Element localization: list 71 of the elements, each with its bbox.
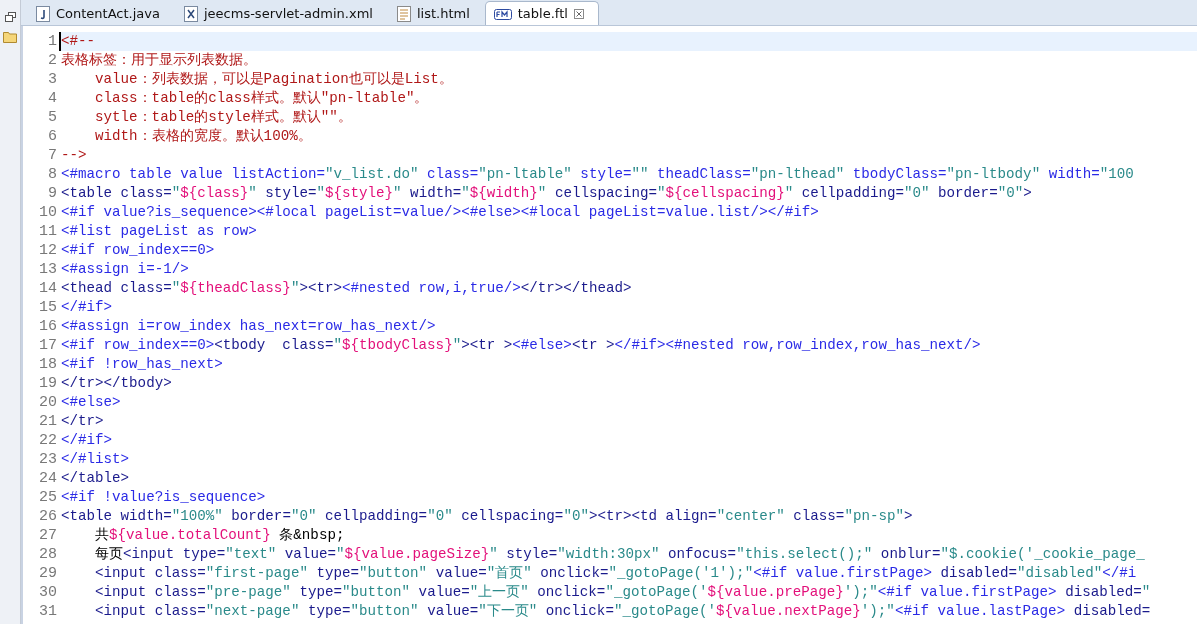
- line-number: 27: [38, 527, 58, 544]
- line-number: 11: [38, 223, 58, 240]
- code-line: -->: [60, 146, 88, 165]
- editor-tab[interactable]: table.ftl: [484, 1, 599, 25]
- line-number: 16: [38, 318, 58, 335]
- line-number: 18: [38, 356, 58, 373]
- line-number: 25: [38, 489, 58, 506]
- code-line: </#if>: [60, 298, 114, 317]
- code-line: class：table的class样式。默认"pn-ltable"。: [94, 89, 430, 108]
- code-line: <#if !row_has_next>: [60, 355, 224, 374]
- editor-tab[interactable]: jeecms-servlet-admin.xml: [175, 1, 388, 25]
- folder-icon[interactable]: [3, 30, 17, 43]
- code-line: 每页<input type="text" value="${value.pageSize}" style="width:30px" onfocus="this.select();" onblur="$.cookie('_cookie_page_: [94, 545, 1146, 564]
- line-number: 30: [38, 584, 58, 601]
- code-line: <#if !value?is_sequence>: [60, 488, 267, 507]
- code-line: </tr></tbody>: [60, 374, 173, 393]
- line-number: 17: [38, 337, 58, 354]
- line-number: 8: [47, 166, 58, 183]
- code-line: width：表格的宽度。默认100%。: [94, 127, 313, 146]
- line-number: 9: [47, 185, 58, 202]
- code-line: <input class="pre-page" type="button" value="上一页" onclick="_gotoPage('${value.prePage}');"<#if value.firstPage> disabled=": [94, 583, 1152, 602]
- xml-file-icon: [184, 5, 198, 22]
- line-number: 15: [38, 299, 58, 316]
- line-number: 10: [38, 204, 58, 221]
- code-line: <input class="next-page" type="button" value="下一页" onclick="_gotoPage('${value.nextPage}');"<#if value.lastPage> disabled=: [94, 602, 1152, 621]
- code-line: <#if row_index==0>: [60, 241, 216, 260]
- line-number: 21: [38, 413, 58, 430]
- line-number: 12: [38, 242, 58, 259]
- line-number: 14: [38, 280, 58, 297]
- document-icon: [396, 5, 411, 22]
- code-line: <#macro table value listAction="v_list.do" class="pn-ltable" style="" theadClass="pn-lthead" tbodyClass="pn-ltbody" width="100: [60, 165, 1135, 184]
- line-number: 22: [38, 432, 58, 449]
- editor-tab[interactable]: list.html: [387, 1, 485, 25]
- code-line: value：列表数据，可以是Pagination也可以是List。: [94, 70, 454, 89]
- line-number: 23: [38, 451, 58, 468]
- code-line: <#assign i=-1/>: [60, 260, 190, 279]
- code-line: </tr>: [60, 412, 105, 431]
- line-number: 6: [47, 128, 58, 145]
- line-number: 5: [47, 109, 58, 126]
- code-line: <#else>: [60, 393, 122, 412]
- code-line: 共${value.totalCount} 条&nbsp;: [94, 526, 346, 545]
- line-number: 29: [38, 565, 58, 582]
- code-line: sytle：table的style样式。默认""。: [94, 108, 353, 127]
- editor-tab[interactable]: ContentAct.java: [27, 1, 175, 25]
- code-line: 表格标签：用于显示列表数据。: [60, 51, 258, 70]
- line-number: 26: [38, 508, 58, 525]
- line-number: 31: [38, 603, 58, 620]
- line-number: 24: [38, 470, 58, 487]
- code-line: <#assign i=row_index has_next=row_has_next/>: [60, 317, 437, 336]
- code-line: </table>: [60, 469, 131, 488]
- code-line: </#if>: [60, 431, 114, 450]
- close-icon[interactable]: [573, 8, 584, 19]
- line-number: 7: [47, 147, 58, 164]
- line-number: 20: [38, 394, 58, 411]
- line-number: 28: [38, 546, 58, 563]
- line-number: 19: [38, 375, 58, 392]
- code-line: <table width="100%" border="0" cellpadding="0" cellspacing="0"><tr><td align="center" class="pn-sp">: [60, 507, 914, 526]
- java-file-icon: [36, 5, 50, 22]
- line-number: 3: [47, 71, 58, 88]
- line-number: 2: [47, 52, 58, 69]
- code-line: <#list pageList as row>: [60, 222, 258, 241]
- line-number: 1: [47, 33, 58, 50]
- line-number: 13: [38, 261, 58, 278]
- code-line: <input class="first-page" type="button" value="首页" onclick="_gotoPage('1');"<#if value.firstPage> disabled="disabled"</#i: [94, 564, 1138, 583]
- line-number: 4: [47, 90, 58, 107]
- code-line: <table class="${class}" style="${style}" width="${width}" cellspacing="${cellspacing}" cellpadding="0" border="0">: [60, 184, 1033, 203]
- code-line: <#if row_index==0><tbody class="${tbodyClass}"><tr ><#else><tr ></#if><#nested row,row_index,row_has_next/>: [60, 336, 982, 355]
- restore-icon[interactable]: [4, 12, 16, 22]
- code-line: <thead class="${theadClass}"><tr><#nested row,i,true/></tr></thead>: [60, 279, 633, 298]
- code-line: <#if value?is_sequence><#local pageList=value/><#else><#local pageList=value.list/></#if>: [60, 203, 820, 222]
- code-line: </#list>: [60, 450, 131, 469]
